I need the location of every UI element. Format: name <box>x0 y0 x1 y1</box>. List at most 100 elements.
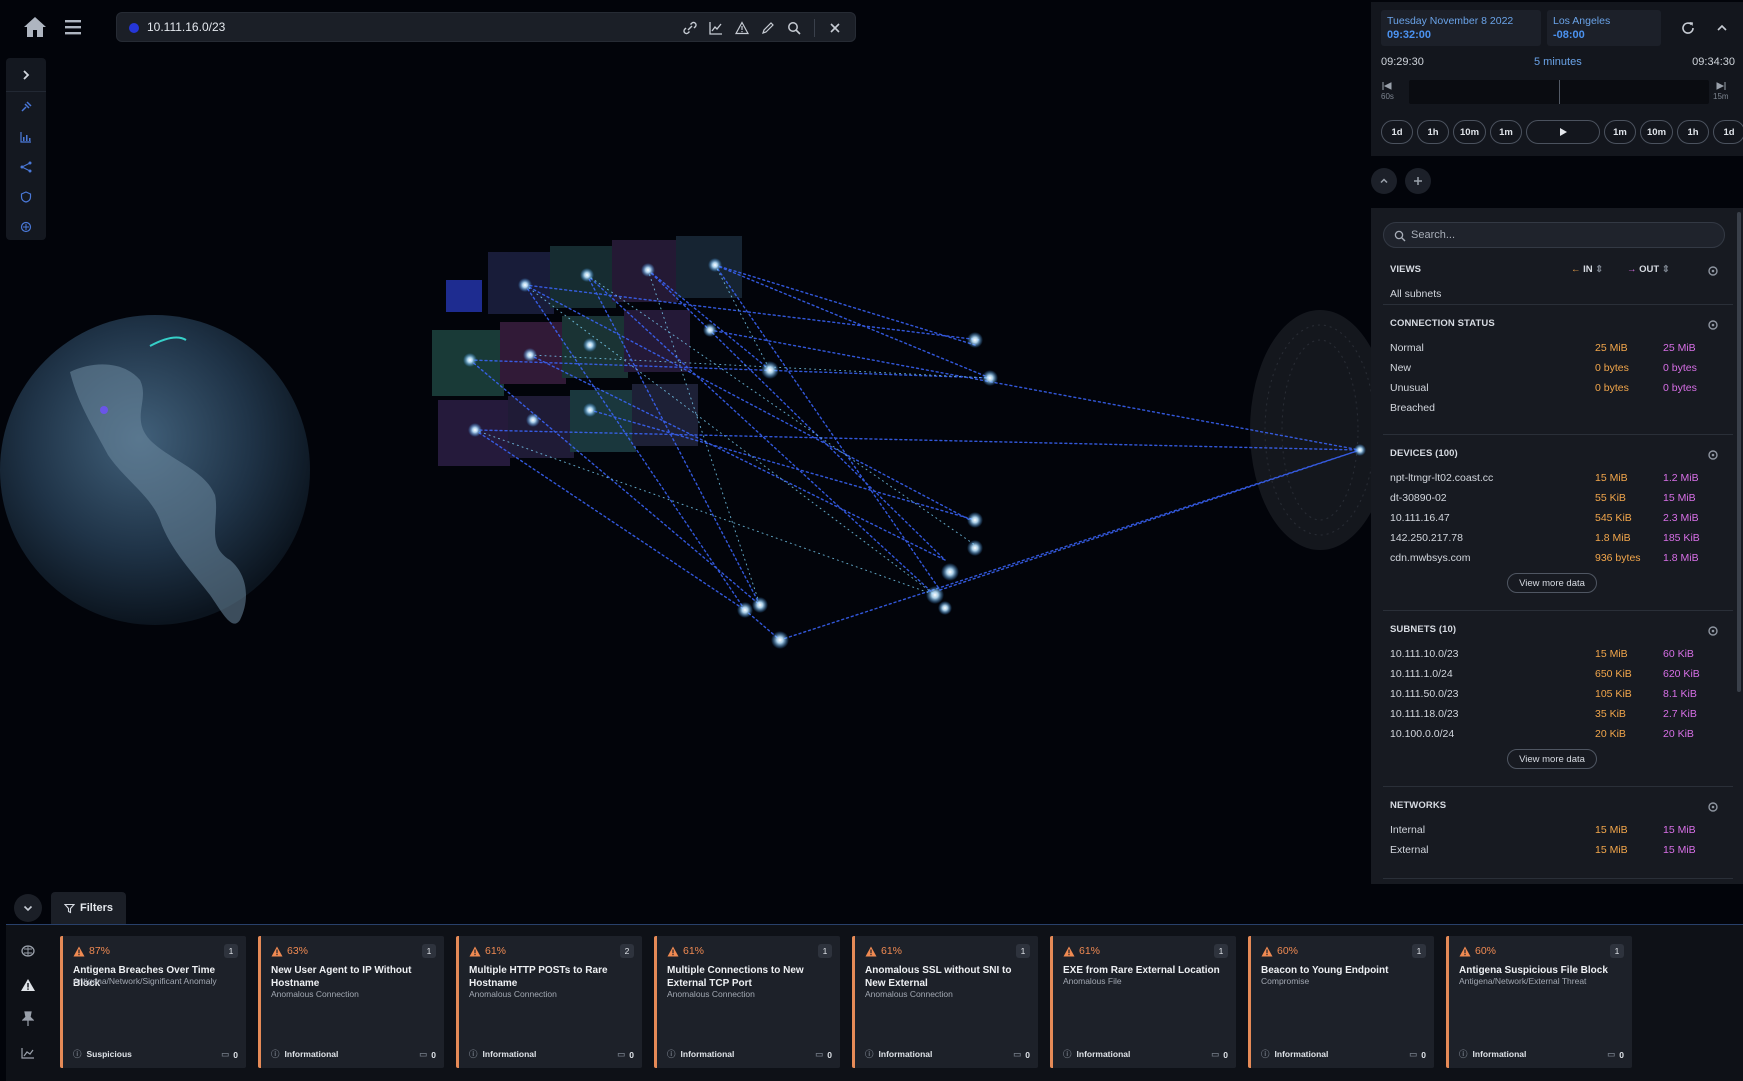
connection-status-row[interactable]: New 0 bytes 0 bytes <box>1390 362 1710 380</box>
globe[interactable] <box>0 315 310 625</box>
subnets-view-more-button[interactable]: View more data <box>1507 749 1597 769</box>
expand-rail-chevron-icon[interactable] <box>6 58 46 92</box>
alert-card[interactable]: 60% 1 Antigena Suspicious File Block Ant… <box>1446 936 1632 1068</box>
subnets-gear-icon[interactable] <box>1707 624 1719 636</box>
panel-search-input[interactable]: Search... <box>1383 222 1725 248</box>
jump-forward-button[interactable]: 15m <box>1713 82 1729 101</box>
networks-heading: NETWORKS <box>1390 800 1447 811</box>
alert-card[interactable]: 61% 1 Anomalous SSL without SNI to New E… <box>852 936 1038 1068</box>
search-icon[interactable] <box>784 18 804 38</box>
shield-icon[interactable] <box>6 182 46 212</box>
alert-card[interactable]: 87% 1 Antigena Breaches Over Time Block … <box>60 936 246 1068</box>
link-icon[interactable] <box>680 18 700 38</box>
subnet-row[interactable]: 10.100.0.0/24 20 KiB 20 KiB <box>1390 728 1710 746</box>
collapse-alerts-chevron-icon[interactable] <box>14 894 42 922</box>
close-icon[interactable] <box>825 18 845 38</box>
alert-status-label: Informational <box>1274 1049 1329 1059</box>
hamburger-menu-icon[interactable] <box>60 16 86 38</box>
jump-back-button[interactable]: 60s <box>1381 82 1394 101</box>
alert-comments[interactable]: ▭ 0 <box>1211 1049 1228 1060</box>
step-back-1d[interactable]: 1d <box>1381 120 1413 144</box>
step-forward-10m[interactable]: 10m <box>1640 120 1674 144</box>
home-icon[interactable] <box>20 14 50 40</box>
alert-card[interactable]: 63% 1 New User Agent to IP Without Hostn… <box>258 936 444 1068</box>
date-time-picker[interactable]: Tuesday November 8 2022 09:32:00 <box>1381 10 1541 46</box>
play-button[interactable] <box>1526 120 1601 144</box>
row-in: 55 KiB <box>1595 492 1626 504</box>
alert-comments[interactable]: ▭ 0 <box>1409 1049 1426 1060</box>
device-row[interactable]: dt-30890-02 55 KiB 15 MiB <box>1390 492 1710 510</box>
refresh-icon[interactable] <box>1673 14 1703 42</box>
focus-search-bar[interactable]: 10.111.16.0/23 <box>116 12 856 42</box>
external-endpoint-sphere[interactable] <box>1250 310 1371 550</box>
out-column-header[interactable]: → OUT ⇕ <box>1627 264 1670 275</box>
connection-status-row[interactable]: Breached <box>1390 402 1710 420</box>
views-settings-gear-icon[interactable] <box>1707 264 1719 276</box>
step-back-10m[interactable]: 10m <box>1453 120 1487 144</box>
alert-score-value: 60% <box>1475 945 1497 957</box>
network-graph-icon[interactable] <box>6 152 46 182</box>
network-row[interactable]: Internal 15 MiB 15 MiB <box>1390 824 1710 842</box>
devices-view-more-button[interactable]: View more data <box>1507 573 1597 593</box>
graph-icon[interactable] <box>706 18 726 38</box>
bar-chart-icon[interactable] <box>6 122 46 152</box>
alert-comment-count: 0 <box>1025 1049 1030 1060</box>
brain-icon[interactable] <box>6 212 46 242</box>
alert-comments[interactable]: ▭ 0 <box>617 1049 634 1060</box>
timeline-cursor[interactable] <box>1559 80 1560 104</box>
timeline-scrubber[interactable] <box>1409 80 1709 104</box>
in-column-header[interactable]: ← IN ⇕ <box>1571 264 1603 275</box>
timeline-window[interactable]: 5 minutes <box>1534 56 1582 68</box>
alert-card[interactable]: 61% 1 Multiple Connections to New Extern… <box>654 936 840 1068</box>
device-row[interactable]: cdn.mwbsys.com 936 bytes 1.8 MiB <box>1390 552 1710 570</box>
row-name: 10.111.10.0/23 <box>1390 648 1459 660</box>
subnet-row[interactable]: 10.111.18.0/23 35 KiB 2.7 KiB <box>1390 708 1710 726</box>
step-forward-1m[interactable]: 1m <box>1604 120 1637 144</box>
connection-status-gear-icon[interactable] <box>1707 318 1719 330</box>
subnet-row[interactable]: 10.111.50.0/23 105 KiB 8.1 KiB <box>1390 688 1710 706</box>
network-row[interactable]: External 15 MiB 15 MiB <box>1390 844 1710 862</box>
step-forward-1d[interactable]: 1d <box>1713 120 1743 144</box>
model-breaches-warning-icon[interactable] <box>6 968 50 1002</box>
pin-icon[interactable] <box>6 1002 50 1036</box>
satellite-icon[interactable] <box>6 92 46 122</box>
networks-gear-icon[interactable] <box>1707 800 1719 812</box>
focus-target-value[interactable]: 10.111.16.0/23 <box>147 20 225 34</box>
warning-icon[interactable] <box>732 18 752 38</box>
pencil-icon[interactable] <box>758 18 778 38</box>
alert-comments[interactable]: ▭ 0 <box>1607 1049 1624 1060</box>
step-back-1h[interactable]: 1h <box>1417 120 1449 144</box>
comment-icon: ▭ <box>419 1049 428 1059</box>
threat-visualizer-app: 10.111.16.0/23 Tuesday November 8 2022 0… <box>0 0 1743 1081</box>
connection-status-row[interactable]: Unusual 0 bytes 0 bytes <box>1390 382 1710 400</box>
alert-warning-icon <box>73 946 85 956</box>
alert-comments[interactable]: ▭ 0 <box>1013 1049 1030 1060</box>
chevron-up-icon[interactable] <box>1707 14 1737 42</box>
alert-category: Anomalous Connection <box>865 989 953 999</box>
network-visualization[interactable] <box>0 0 1371 900</box>
device-row[interactable]: 142.250.217.78 1.8 MiB 185 KiB <box>1390 532 1710 550</box>
subnet-row[interactable]: 10.111.1.0/24 650 KiB 620 KiB <box>1390 668 1710 686</box>
alert-category: Compromise <box>1261 976 1310 986</box>
device-row[interactable]: npt-ltmgr-lt02.coast.cc 15 MiB 1.2 MiB <box>1390 472 1710 490</box>
collapse-panel-chevron-icon[interactable] <box>1371 168 1397 194</box>
alert-card[interactable]: 60% 1 Beacon to Young Endpoint Compromis… <box>1248 936 1434 1068</box>
alert-card[interactable]: 61% 2 Multiple HTTP POSTs to Rare Hostna… <box>456 936 642 1068</box>
filters-button[interactable]: Filters <box>51 892 126 924</box>
devices-gear-icon[interactable] <box>1707 448 1719 460</box>
alert-comments[interactable]: ▭ 0 <box>221 1049 238 1060</box>
step-back-1m[interactable]: 1m <box>1490 120 1523 144</box>
alert-comments[interactable]: ▭ 0 <box>419 1049 436 1060</box>
row-out: 0 bytes <box>1663 362 1697 374</box>
connection-status-row[interactable]: Normal 25 MiB 25 MiB <box>1390 342 1710 360</box>
device-row[interactable]: 10.111.16.47 545 KiB 2.3 MiB <box>1390 512 1710 530</box>
timezone-picker[interactable]: Los Angeles -08:00 <box>1547 10 1661 46</box>
alert-card[interactable]: 61% 1 EXE from Rare External Location An… <box>1050 936 1236 1068</box>
add-icon[interactable] <box>1405 168 1431 194</box>
alert-comments[interactable]: ▭ 0 <box>815 1049 832 1060</box>
ai-analyst-brain-icon[interactable] <box>6 934 50 968</box>
step-forward-1h[interactable]: 1h <box>1677 120 1710 144</box>
chart-icon[interactable] <box>6 1036 50 1070</box>
row-out: 185 KiB <box>1663 532 1700 544</box>
subnet-row[interactable]: 10.111.10.0/23 15 MiB 60 KiB <box>1390 648 1710 666</box>
